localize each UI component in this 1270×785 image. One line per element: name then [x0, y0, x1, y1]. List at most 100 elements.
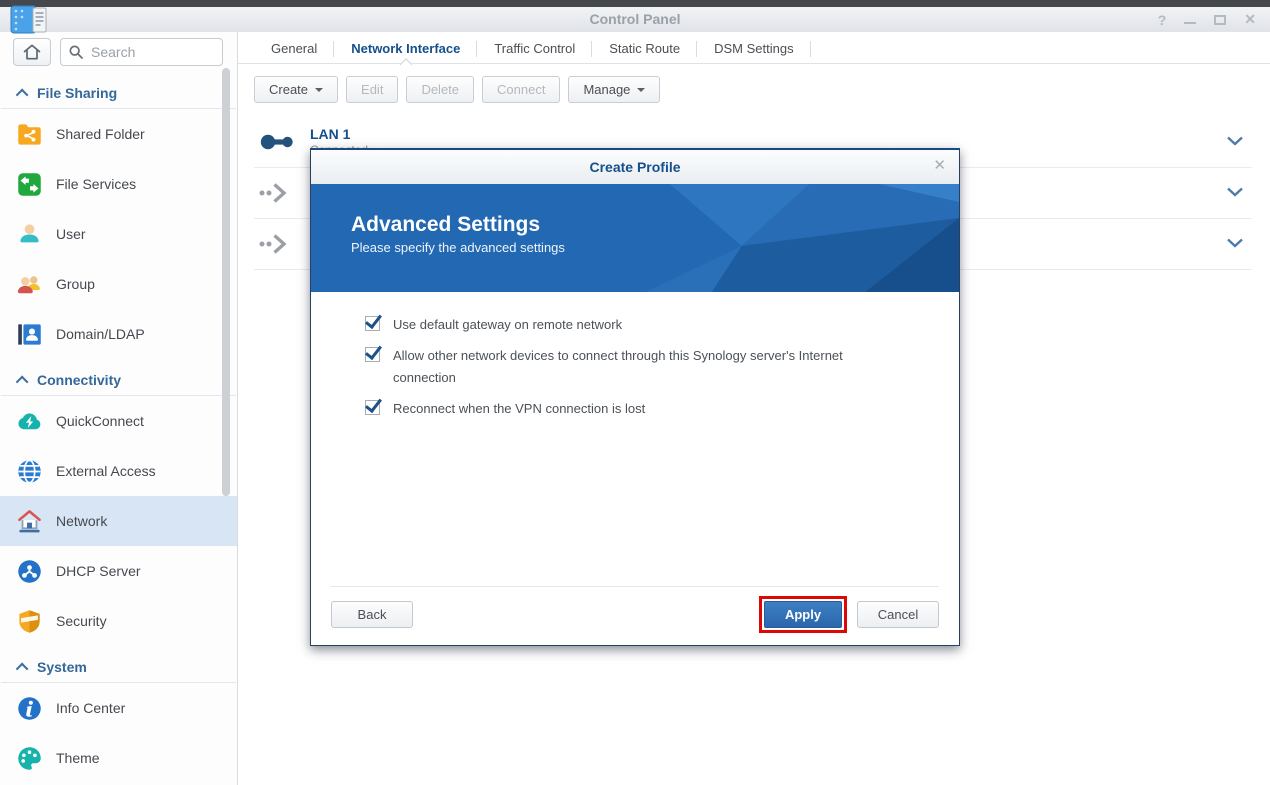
button-label: Manage	[583, 82, 630, 97]
security-shield-icon	[15, 607, 43, 635]
help-icon[interactable]: ?	[1158, 12, 1167, 28]
vpn-profile-icon	[258, 180, 304, 206]
close-icon[interactable]: ✕	[1244, 11, 1256, 28]
banner-subtitle: Please specify the advanced settings	[351, 238, 959, 258]
dialog-header: Create Profile ✕	[311, 150, 959, 184]
section-header-connectivity[interactable]: Connectivity	[1, 359, 236, 396]
dialog-body: Use default gateway on remote network Al…	[311, 292, 959, 420]
sidebar-item-label: Security	[56, 613, 107, 629]
checkbox-row-reconnect: Reconnect when the VPN connection is los…	[365, 398, 899, 419]
dialog-footer: Back Apply Cancel	[311, 586, 959, 645]
checkbox-label: Allow other network devices to connect t…	[393, 345, 898, 388]
sidebar-item-network[interactable]: Network	[0, 496, 237, 546]
home-button[interactable]	[13, 38, 51, 66]
sidebar-item-label: Group	[56, 276, 95, 292]
apply-annotation-highlight: Apply	[759, 596, 847, 633]
collapse-chevron-icon	[16, 375, 29, 388]
caret-down-icon	[637, 88, 645, 96]
search-icon	[68, 44, 84, 60]
checkbox-label: Use default gateway on remote network	[393, 314, 622, 335]
sidebar-item-label: File Services	[56, 176, 136, 192]
window-title: Control Panel	[589, 11, 680, 27]
sidebar-item-security[interactable]: Security	[0, 596, 237, 646]
tab-traffic-control[interactable]: Traffic Control	[477, 34, 592, 64]
maximize-icon[interactable]	[1214, 15, 1226, 25]
toolbar: Create Edit Delete Connect Manage	[238, 64, 1270, 117]
caret-down-icon	[315, 88, 323, 96]
dialog-banner: Advanced Settings Please specify the adv…	[311, 184, 959, 292]
tab-label: General	[271, 41, 317, 56]
checkbox-default-gateway[interactable]	[365, 316, 380, 331]
window-titlebar: Control Panel ? ✕	[0, 7, 1270, 32]
sidebar-item-label: Domain/LDAP	[56, 326, 145, 342]
section-label: Connectivity	[37, 372, 121, 388]
sidebar-item-dhcp-server[interactable]: DHCP Server	[0, 546, 237, 596]
checkbox-reconnect[interactable]	[365, 400, 380, 415]
sidebar-scrollbar[interactable]	[222, 68, 230, 496]
sidebar-item-label: Network	[56, 513, 107, 529]
sidebar-item-domain-ldap[interactable]: Domain/LDAP	[0, 309, 237, 359]
expand-chevron-icon[interactable]	[1226, 236, 1244, 254]
sidebar-item-file-services[interactable]: File Services	[0, 159, 237, 209]
tab-bar: General Network Interface Traffic Contro…	[238, 34, 1270, 64]
edit-button[interactable]: Edit	[346, 76, 398, 103]
expand-chevron-icon[interactable]	[1226, 134, 1244, 152]
tab-general[interactable]: General	[254, 34, 334, 64]
section-header-file-sharing[interactable]: File Sharing	[1, 72, 236, 109]
sidebar-item-user[interactable]: User	[0, 209, 237, 259]
lan-connection-icon	[258, 129, 304, 155]
button-label: Edit	[361, 82, 383, 97]
sidebar-item-shared-folder[interactable]: Shared Folder	[0, 109, 237, 159]
external-access-icon	[15, 457, 43, 485]
apply-button[interactable]: Apply	[764, 601, 842, 628]
sidebar-item-group[interactable]: Group	[0, 259, 237, 309]
sidebar-item-label: Shared Folder	[56, 126, 145, 142]
checkbox-allow-devices[interactable]	[365, 347, 380, 362]
home-icon	[22, 42, 42, 62]
sidebar-item-label: DHCP Server	[56, 563, 141, 579]
section-header-system[interactable]: System	[1, 646, 236, 683]
minimize-icon[interactable]	[1184, 22, 1196, 24]
sidebar-item-theme[interactable]: Theme	[0, 733, 237, 783]
checkbox-row-allow-devices: Allow other network devices to connect t…	[365, 345, 899, 388]
group-icon	[15, 270, 43, 298]
dialog-title: Create Profile	[589, 159, 680, 175]
delete-button[interactable]: Delete	[406, 76, 474, 103]
sidebar-item-label: Info Center	[56, 700, 125, 716]
tab-label: Static Route	[609, 41, 680, 56]
button-label: Create	[269, 82, 308, 97]
search-input[interactable]	[60, 38, 223, 66]
interface-name: LAN 1	[310, 126, 368, 143]
collapse-chevron-icon	[16, 88, 29, 101]
shared-folder-icon	[15, 120, 43, 148]
sidebar-item-quickconnect[interactable]: QuickConnect	[0, 396, 237, 446]
user-icon	[15, 220, 43, 248]
section-label: File Sharing	[37, 85, 117, 101]
control-panel-app-icon	[10, 5, 50, 40]
tab-static-route[interactable]: Static Route	[592, 34, 697, 64]
tab-label: Traffic Control	[494, 41, 575, 56]
vpn-profile-icon	[258, 231, 304, 257]
manage-button[interactable]: Manage	[568, 76, 660, 103]
create-profile-dialog: Create Profile ✕ Advanced Settings Pleas…	[310, 148, 960, 646]
button-label: Delete	[421, 82, 459, 97]
tab-label: DSM Settings	[714, 41, 793, 56]
section-label: System	[37, 659, 87, 675]
checkbox-row-default-gateway: Use default gateway on remote network	[365, 314, 899, 335]
search-box	[60, 38, 223, 66]
sidebar-item-info-center[interactable]: Info Center	[0, 683, 237, 733]
dialog-close-icon[interactable]: ✕	[933, 157, 946, 175]
collapse-chevron-icon	[16, 662, 29, 675]
create-button[interactable]: Create	[254, 76, 338, 103]
sidebar-item-external-access[interactable]: External Access	[0, 446, 237, 496]
tab-network-interface[interactable]: Network Interface	[334, 34, 477, 64]
quickconnect-icon	[15, 407, 43, 435]
cancel-button[interactable]: Cancel	[857, 601, 939, 628]
sidebar: File Sharing Shared Folder File Services…	[0, 32, 238, 785]
sidebar-item-label: QuickConnect	[56, 413, 144, 429]
expand-chevron-icon[interactable]	[1226, 185, 1244, 203]
back-button[interactable]: Back	[331, 601, 413, 628]
connect-button[interactable]: Connect	[482, 76, 560, 103]
tab-dsm-settings[interactable]: DSM Settings	[697, 34, 810, 64]
file-services-icon	[15, 170, 43, 198]
